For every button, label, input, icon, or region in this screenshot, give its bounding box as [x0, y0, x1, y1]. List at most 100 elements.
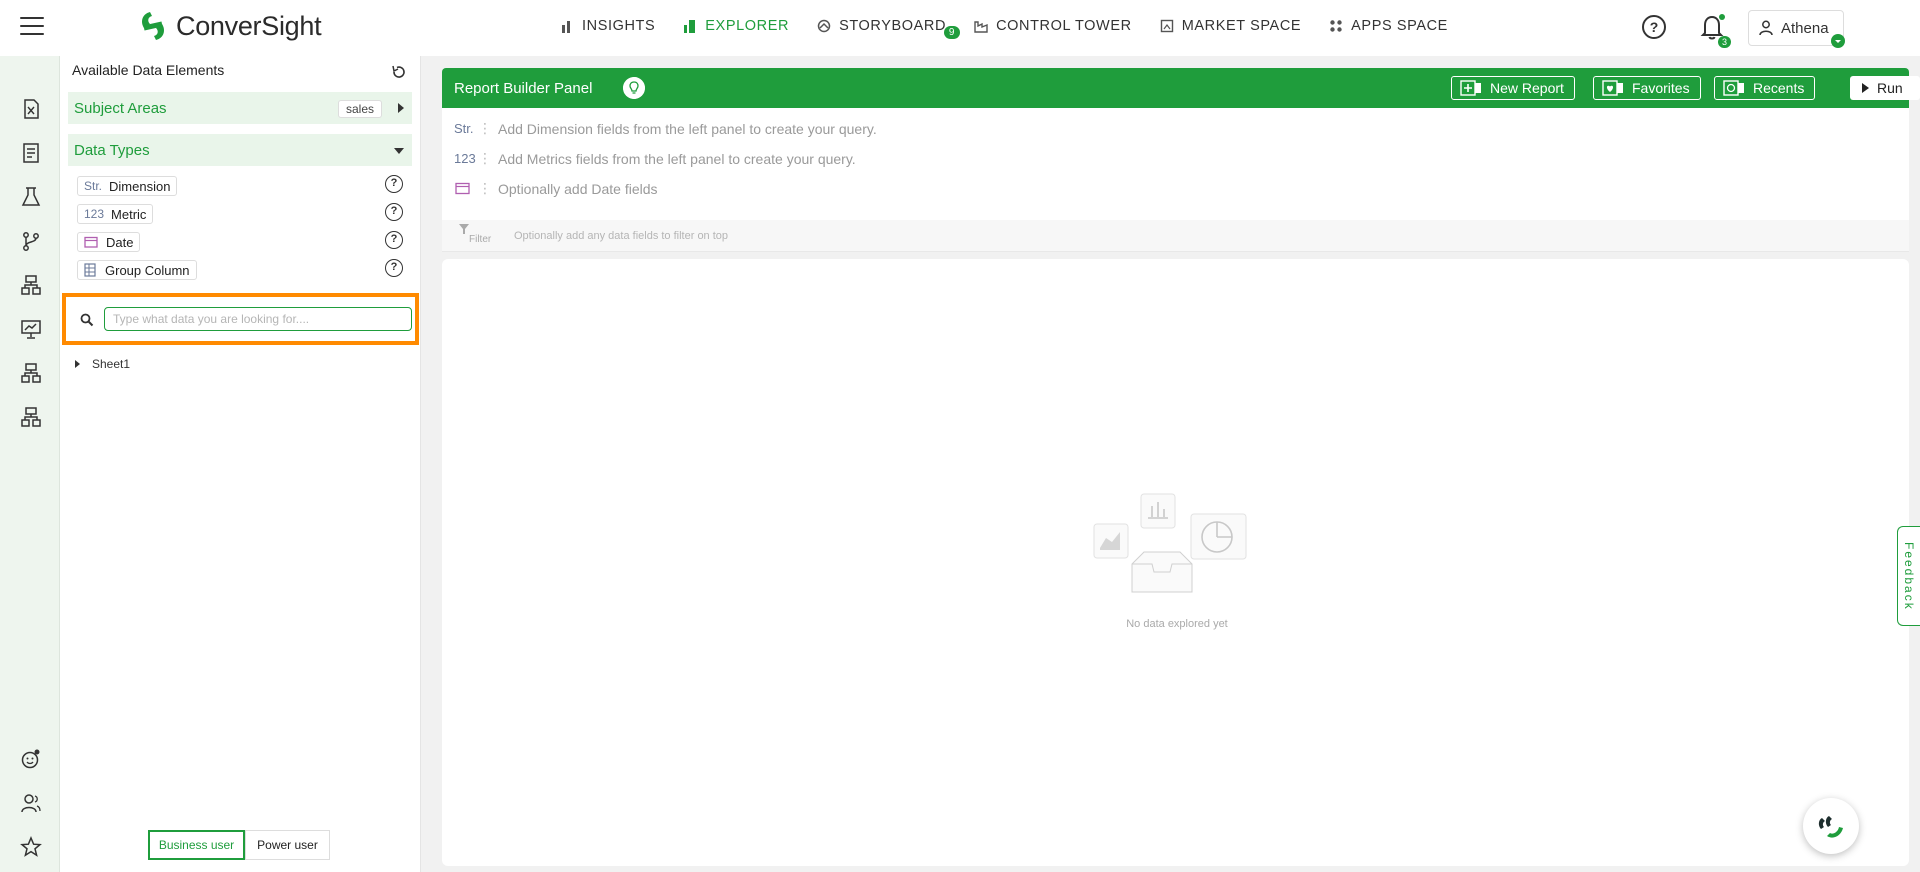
- empty-state-text: No data explored yet: [1126, 618, 1228, 630]
- icon-rail: [0, 56, 60, 872]
- refresh-icon[interactable]: [391, 64, 407, 80]
- data-type-metric[interactable]: 123 Metric: [77, 204, 154, 224]
- subject-area-chip: sales: [338, 100, 383, 118]
- top-header: ConverSight INSIGHTS EXPLORER STORYBOARD…: [0, 0, 1920, 56]
- hierarchy-icon-3[interactable]: [20, 406, 42, 428]
- date-help-icon[interactable]: ?: [385, 231, 403, 249]
- star-icon[interactable]: [20, 836, 42, 858]
- filter-icon: [459, 224, 469, 234]
- spreadsheet-icon[interactable]: [20, 98, 42, 120]
- brand-logo[interactable]: ConverSight: [136, 10, 322, 42]
- assistant-logo-icon: [1818, 816, 1843, 838]
- filter-hint: Optionally add any data fields to filter…: [514, 230, 729, 242]
- nav-label: INSIGHTS: [582, 18, 656, 34]
- nav-storyboard[interactable]: STORYBOARD 9: [817, 18, 961, 39]
- data-search-input[interactable]: [104, 307, 412, 331]
- nav-explorer[interactable]: EXPLORER: [683, 18, 789, 34]
- smiley-settings-icon[interactable]: [20, 748, 42, 770]
- number-type-icon: 123: [84, 207, 105, 221]
- nav-label: MARKET SPACE: [1181, 18, 1302, 34]
- feedback-tab[interactable]: Feedback: [1897, 526, 1920, 626]
- date-hint: Optionally add Date fields: [498, 180, 658, 197]
- report-builder-header: Report Builder Panel New Report Favorite…: [442, 68, 1920, 108]
- data-type-date[interactable]: Date: [77, 232, 141, 252]
- nav-label: EXPLORER: [705, 18, 790, 34]
- chevron-down-icon: [394, 148, 404, 154]
- subject-areas-label: Subject Areas: [74, 99, 167, 117]
- git-branch-icon[interactable]: [20, 230, 42, 252]
- data-types-header[interactable]: Data Types: [68, 134, 412, 166]
- recents-button[interactable]: Recents: [1714, 76, 1816, 100]
- group-column-help-icon[interactable]: ?: [385, 259, 403, 277]
- presentation-icon[interactable]: [20, 318, 42, 340]
- favorites-button[interactable]: Favorites: [1593, 76, 1701, 100]
- nav-apps-space[interactable]: APPS SPACE: [1329, 18, 1448, 34]
- data-type-label: Group Column: [105, 262, 190, 278]
- factory-icon: [974, 21, 988, 33]
- run-label: Run: [1877, 80, 1903, 96]
- string-type-icon: Str.: [454, 121, 474, 136]
- chevron-right-icon: [398, 103, 404, 113]
- apps-grid-icon: [1330, 20, 1342, 32]
- filter-icon-group: Filter: [459, 224, 491, 245]
- chevron-down-icon[interactable]: [1831, 34, 1845, 48]
- market-icon: [1160, 19, 1173, 33]
- favorites-label: Favorites: [1632, 80, 1690, 96]
- report-builder-body: Str. ⋮ Add Dimension fields from the lef…: [442, 108, 1909, 220]
- storyboard-badge: 9: [943, 26, 961, 39]
- main-area: Report Builder Panel New Report Favorite…: [421, 56, 1920, 872]
- string-type-icon: Str.: [84, 179, 103, 193]
- filter-drop-zone[interactable]: Filter Optionally add any data fields to…: [442, 220, 1909, 252]
- power-user-button[interactable]: Power user: [245, 830, 330, 860]
- conversight-logo-icon: [142, 12, 164, 40]
- flask-icon[interactable]: [20, 186, 42, 208]
- metric-hint: Add Metrics fields from the left panel t…: [498, 150, 856, 167]
- search-icon: [80, 313, 94, 327]
- nav-market-space[interactable]: MARKET SPACE: [1160, 18, 1301, 34]
- subject-areas-header[interactable]: Subject Areas sales: [68, 92, 412, 124]
- user-icon: [1759, 20, 1773, 36]
- panel-title: Available Data Elements: [72, 62, 225, 78]
- new-report-button[interactable]: New Report: [1451, 76, 1575, 100]
- main-nav: INSIGHTS EXPLORER STORYBOARD 9 CONTROL T…: [560, 0, 1476, 52]
- nav-control-tower[interactable]: CONTROL TOWER: [974, 18, 1132, 34]
- play-icon: [1862, 83, 1869, 93]
- data-elements-panel: Available Data Elements Subject Areas sa…: [61, 56, 421, 872]
- storyboard-icon: [817, 19, 831, 33]
- business-user-button[interactable]: Business user: [148, 830, 245, 860]
- report-builder-title: Report Builder Panel: [454, 80, 593, 97]
- date-drop-zone[interactable]: ⋮ Optionally add Date fields: [454, 180, 658, 197]
- results-canvas: No data explored yet: [442, 259, 1909, 866]
- nav-insights[interactable]: INSIGHTS: [560, 18, 655, 34]
- menu-icon[interactable]: [20, 17, 44, 37]
- report-icon[interactable]: [20, 142, 42, 164]
- nav-label: STORYBOARD: [839, 18, 947, 34]
- metric-help-icon[interactable]: ?: [385, 203, 403, 221]
- filter-label: Filter: [469, 234, 492, 245]
- user-menu[interactable]: Athena: [1748, 10, 1844, 46]
- data-type-label: Date: [106, 234, 134, 250]
- help-icon[interactable]: ?: [1642, 15, 1666, 39]
- dimension-hint: Add Dimension fields from the left panel…: [498, 120, 877, 137]
- users-icon[interactable]: [20, 792, 42, 814]
- caret-right-icon: [75, 360, 80, 368]
- recents-label: Recents: [1753, 80, 1805, 96]
- notification-dot: [1719, 14, 1725, 20]
- add-sheet-icon: [1460, 80, 1481, 96]
- number-type-icon: 123: [454, 151, 476, 166]
- tree-item-sheet1[interactable]: Sheet1: [75, 357, 130, 371]
- lightbulb-icon[interactable]: [623, 77, 645, 99]
- hierarchy-icon[interactable]: [20, 274, 42, 296]
- run-button[interactable]: Run: [1850, 76, 1920, 100]
- data-type-group-column[interactable]: Group Column: [77, 260, 197, 280]
- chat-assistant-button[interactable]: [1803, 798, 1859, 854]
- dimension-help-icon[interactable]: ?: [385, 175, 403, 193]
- hierarchy-icon-2[interactable]: [20, 362, 42, 384]
- calendar-icon: [455, 182, 470, 195]
- metric-drop-zone[interactable]: 123 ⋮ Add Metrics fields from the left p…: [454, 150, 856, 167]
- data-type-label: Dimension: [109, 178, 171, 194]
- new-report-label: New Report: [1490, 80, 1564, 96]
- data-type-dimension[interactable]: Str. Dimension: [77, 176, 178, 196]
- bar-chart-icon: [562, 21, 570, 33]
- dimension-drop-zone[interactable]: Str. ⋮ Add Dimension fields from the lef…: [454, 120, 877, 137]
